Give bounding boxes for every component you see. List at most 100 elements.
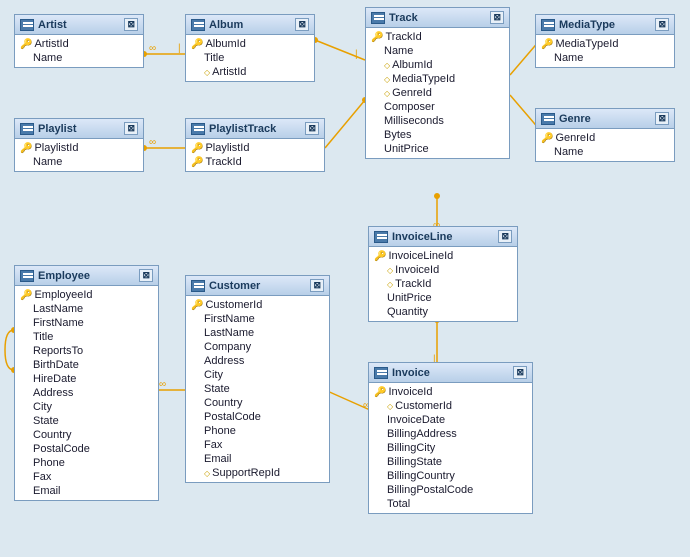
table-row: ◇SupportRepId bbox=[186, 466, 329, 480]
fk-icon: ◇ bbox=[204, 68, 210, 77]
diagram-canvas: ∞ | | ∞ ∞ | ∞ ∞ bbox=[0, 0, 690, 557]
pk-icon: 🔑 bbox=[191, 157, 203, 168]
table-row: Email bbox=[15, 484, 158, 498]
table-genre-icon bbox=[541, 113, 555, 125]
table-customer-title: Customer bbox=[209, 280, 260, 292]
fk-icon: ◇ bbox=[387, 402, 393, 411]
table-customer-body: 🔑CustomerId FirstName LastName Company A… bbox=[186, 296, 329, 482]
pk-icon: 🔑 bbox=[20, 290, 32, 301]
table-playlist-icon bbox=[20, 123, 34, 135]
table-row: City bbox=[15, 400, 158, 414]
table-invoice-title: Invoice bbox=[392, 367, 430, 379]
table-row: BirthDate bbox=[15, 358, 158, 372]
pk-icon: 🔑 bbox=[374, 387, 386, 398]
table-employee-expand[interactable]: ⊠ bbox=[139, 269, 153, 282]
table-row: Name bbox=[536, 51, 674, 65]
table-row: Phone bbox=[186, 424, 329, 438]
table-track-icon bbox=[371, 12, 385, 24]
table-genre-title: Genre bbox=[559, 113, 591, 125]
table-row: ◇GenreId bbox=[366, 86, 509, 100]
table-row: Name bbox=[366, 44, 509, 58]
table-mediatype-title: MediaType bbox=[559, 19, 615, 31]
fk-icon: ◇ bbox=[384, 75, 390, 84]
fk-icon: ◇ bbox=[204, 469, 210, 478]
table-row: ◇ArtistId bbox=[186, 65, 314, 79]
svg-text:∞: ∞ bbox=[149, 43, 156, 54]
table-invoice-body: 🔑InvoiceId ◇CustomerId InvoiceDate Billi… bbox=[369, 383, 532, 513]
table-customer-expand[interactable]: ⊠ bbox=[310, 279, 324, 292]
table-album-header: Album ⊠ bbox=[186, 15, 314, 35]
table-invoiceline-expand[interactable]: ⊠ bbox=[498, 230, 512, 243]
table-row: Quantity bbox=[369, 305, 517, 319]
table-playlist-expand[interactable]: ⊠ bbox=[124, 122, 138, 135]
table-row: Address bbox=[186, 354, 329, 368]
table-row: PostalCode bbox=[15, 442, 158, 456]
table-invoice-header: Invoice ⊠ bbox=[369, 363, 532, 383]
svg-text:∞: ∞ bbox=[159, 379, 166, 390]
table-row: 🔑ArtistId bbox=[15, 37, 143, 51]
table-playlisttrack-body: 🔑PlaylistId 🔑TrackId bbox=[186, 139, 324, 171]
table-playlisttrack-header: PlaylistTrack ⊠ bbox=[186, 119, 324, 139]
table-row: Name bbox=[15, 51, 143, 65]
table-row: LastName bbox=[186, 326, 329, 340]
table-row: BillingAddress bbox=[369, 427, 532, 441]
pk-icon: 🔑 bbox=[191, 143, 203, 154]
table-playlisttrack: PlaylistTrack ⊠ 🔑PlaylistId 🔑TrackId bbox=[185, 118, 325, 172]
table-row: Title bbox=[15, 330, 158, 344]
table-row: Fax bbox=[15, 470, 158, 484]
table-customer: Customer ⊠ 🔑CustomerId FirstName LastNam… bbox=[185, 275, 330, 483]
table-row: Address bbox=[15, 386, 158, 400]
table-row: LastName bbox=[15, 302, 158, 316]
table-row: ◇CustomerId bbox=[369, 399, 532, 413]
table-invoice-icon bbox=[374, 367, 388, 379]
table-genre: Genre ⊠ 🔑GenreId Name bbox=[535, 108, 675, 162]
table-row: City bbox=[186, 368, 329, 382]
table-row: Country bbox=[186, 396, 329, 410]
table-row: Composer bbox=[366, 100, 509, 114]
table-album-expand[interactable]: ⊠ bbox=[295, 18, 309, 31]
table-row: Company bbox=[186, 340, 329, 354]
table-row: 🔑TrackId bbox=[186, 155, 324, 169]
table-invoice: Invoice ⊠ 🔑InvoiceId ◇CustomerId Invoice… bbox=[368, 362, 533, 514]
table-employee-header: Employee ⊠ bbox=[15, 266, 158, 286]
table-customer-header: Customer ⊠ bbox=[186, 276, 329, 296]
table-row: UnitPrice bbox=[369, 291, 517, 305]
table-row: 🔑TrackId bbox=[366, 30, 509, 44]
table-row: UnitPrice bbox=[366, 142, 509, 156]
table-playlisttrack-expand[interactable]: ⊠ bbox=[305, 122, 319, 135]
table-genre-expand[interactable]: ⊠ bbox=[655, 112, 669, 125]
fk-icon: ◇ bbox=[384, 61, 390, 70]
table-row: BillingPostalCode bbox=[369, 483, 532, 497]
table-customer-icon bbox=[191, 280, 205, 292]
pk-icon: 🔑 bbox=[541, 39, 553, 50]
table-track-expand[interactable]: ⊠ bbox=[490, 11, 504, 24]
table-genre-body: 🔑GenreId Name bbox=[536, 129, 674, 161]
table-mediatype-body: 🔑MediaTypeId Name bbox=[536, 35, 674, 67]
table-row: Country bbox=[15, 428, 158, 442]
svg-text:|: | bbox=[178, 43, 181, 54]
table-row: 🔑PlaylistId bbox=[186, 141, 324, 155]
table-artist-expand[interactable]: ⊠ bbox=[124, 18, 138, 31]
table-mediatype-expand[interactable]: ⊠ bbox=[655, 18, 669, 31]
table-row: HireDate bbox=[15, 372, 158, 386]
table-album-body: 🔑AlbumId Title ◇ArtistId bbox=[186, 35, 314, 81]
table-artist-body: 🔑ArtistId Name bbox=[15, 35, 143, 67]
table-row: BillingCountry bbox=[369, 469, 532, 483]
table-playlist-header: Playlist ⊠ bbox=[15, 119, 143, 139]
table-row: InvoiceDate bbox=[369, 413, 532, 427]
table-row: ◇MediaTypeId bbox=[366, 72, 509, 86]
table-track: Track ⊠ 🔑TrackId Name ◇AlbumId ◇MediaTyp… bbox=[365, 7, 510, 159]
pk-icon: 🔑 bbox=[371, 32, 383, 43]
table-row: PostalCode bbox=[186, 410, 329, 424]
table-invoice-expand[interactable]: ⊠ bbox=[513, 366, 527, 379]
table-row: Bytes bbox=[366, 128, 509, 142]
table-genre-header: Genre ⊠ bbox=[536, 109, 674, 129]
table-row: Name bbox=[536, 145, 674, 159]
table-mediatype-header: MediaType ⊠ bbox=[536, 15, 674, 35]
table-row: State bbox=[186, 382, 329, 396]
table-employee-icon bbox=[20, 270, 34, 282]
table-row: Title bbox=[186, 51, 314, 65]
table-employee: Employee ⊠ 🔑EmployeeId LastName FirstNam… bbox=[14, 265, 159, 501]
table-invoiceline-header: InvoiceLine ⊠ bbox=[369, 227, 517, 247]
table-invoiceline-title: InvoiceLine bbox=[392, 231, 453, 243]
